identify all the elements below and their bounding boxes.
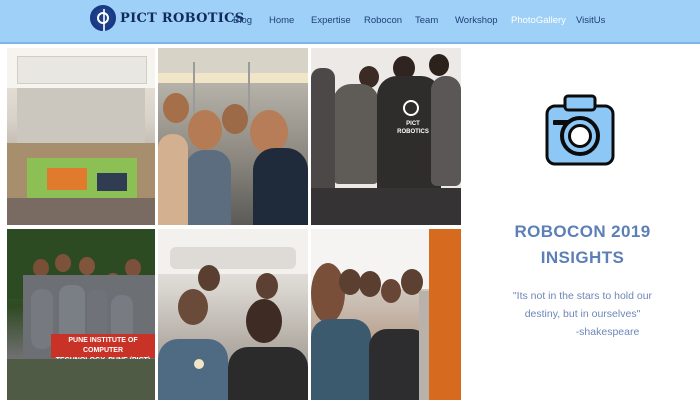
gallery-photo-team-selfie-train[interactable] <box>158 48 308 225</box>
nav-item-blog[interactable]: Blog <box>233 15 252 26</box>
gallery-photo-metro-selfie[interactable] <box>158 229 308 400</box>
quote-attribution: -shakespeare <box>575 326 640 338</box>
nav-item-visitus[interactable]: VisitUs <box>576 15 605 26</box>
gallery-photo-team-backs[interactable]: PICT ROBOTICS <box>311 48 461 225</box>
tshirt-print-text: PICT ROBOTICS <box>397 121 429 135</box>
gallery-photo-metro-group[interactable] <box>311 229 461 400</box>
quote-line2: destiny, but in ourselves" <box>524 308 641 320</box>
quote-line1: "Its not in the stars to hold our <box>512 290 653 302</box>
nav-item-photogallery[interactable]: PhotoGallery <box>511 15 566 26</box>
pict-robotics-logo-icon[interactable] <box>90 5 116 31</box>
brand-name[interactable]: PICT ROBOTICS <box>120 11 244 26</box>
robocon-2019-title-line2: INSIGHTS <box>540 248 625 267</box>
gallery-photo-event-hall[interactable] <box>7 48 155 225</box>
robocon-insights-panel: ROBOCON 2019 INSIGHTS "Its not in the st… <box>465 46 700 400</box>
top-navbar: PICT ROBOTICS Blog Home Expertise Roboco… <box>0 0 700 44</box>
nav-item-expertise[interactable]: Expertise <box>311 15 351 26</box>
pict-banner-text: PUNE INSTITUTE OF COMPUTER TECHNOLOGY, P… <box>51 334 155 364</box>
nav-item-robocon[interactable]: Robocon <box>364 15 402 26</box>
nav-item-home[interactable]: Home <box>269 15 294 26</box>
camera-icon <box>545 94 615 166</box>
robocon-2019-title-line1: ROBOCON 2019 <box>514 222 651 241</box>
gallery-photo-team-banner[interactable]: PUNE INSTITUTE OF COMPUTER TECHNOLOGY, P… <box>7 229 155 400</box>
nav-item-team[interactable]: Team <box>415 15 438 26</box>
nav-item-workshop[interactable]: Workshop <box>455 15 498 26</box>
